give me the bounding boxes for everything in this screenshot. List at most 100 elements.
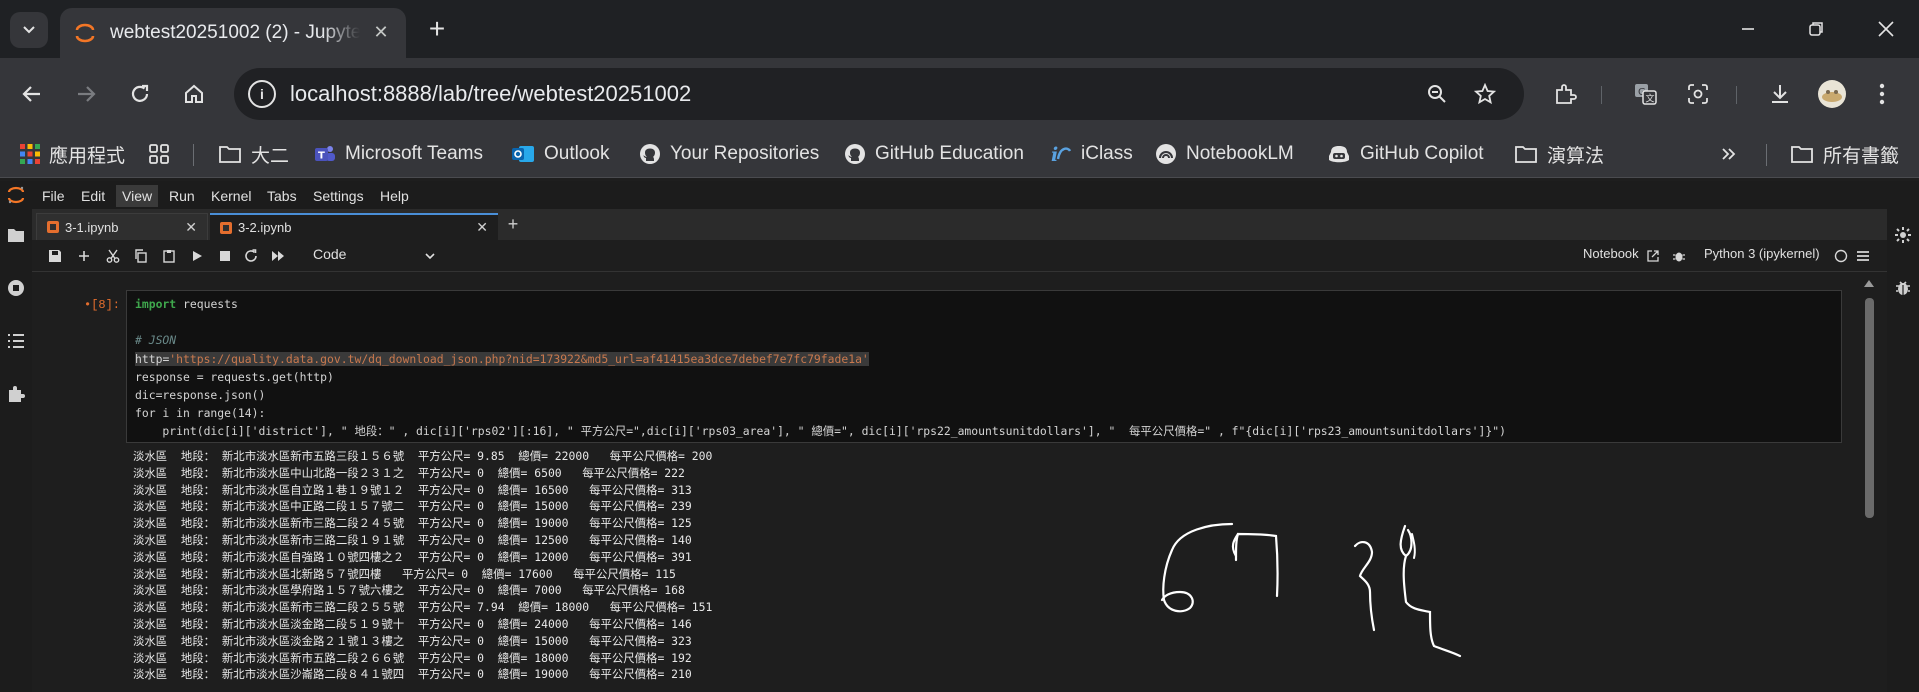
svg-text:T: T: [318, 151, 325, 162]
close-icon[interactable]: ✕: [185, 219, 197, 236]
open-external-icon[interactable]: [1644, 247, 1662, 265]
bookmark-folder-演算法[interactable]: 演算法: [1514, 138, 1604, 170]
back-button[interactable]: [14, 76, 50, 112]
bookmark-label: GitHub Copilot: [1360, 143, 1484, 164]
left-sidebar: [0, 209, 32, 692]
address-url[interactable]: localhost:8888/lab/tree/webtest20251002: [290, 81, 691, 107]
restart-kernel-icon[interactable]: [242, 247, 260, 265]
bookmark-apps[interactable]: 應用程式: [20, 138, 125, 170]
cell-output: 淡水區 地段： 新北市淡水區新市五路三段１５６號 平方公尺= 9.85 總價= …: [133, 448, 712, 683]
file-browser-icon[interactable]: [6, 225, 26, 245]
all-bookmarks-label: 所有書籤: [1823, 145, 1900, 167]
handwriting-annotation: [1160, 522, 1462, 658]
forward-button[interactable]: [68, 76, 104, 112]
bookmark-star-icon[interactable]: [1472, 81, 1498, 107]
vertical-scrollbar[interactable]: [1862, 278, 1876, 690]
debugger-bug-icon[interactable]: [1893, 278, 1913, 298]
menu-tabs[interactable]: Tabs: [261, 185, 303, 207]
add-tab-button[interactable]: +: [502, 214, 524, 236]
bookmark-label: Microsoft Teams: [345, 143, 483, 164]
output-line: 淡水區 地段： 新北市淡水區新市三路二段１９１號 平方公尺= 0 總價= 125…: [133, 532, 692, 547]
more-menu-icon[interactable]: [1864, 76, 1900, 112]
menu-edit[interactable]: Edit: [75, 185, 111, 207]
minimize-button[interactable]: [1730, 14, 1766, 44]
bookmark-github-copilot[interactable]: GitHub Copilot: [1327, 138, 1484, 170]
copy-icon[interactable]: [132, 247, 150, 265]
reload-button[interactable]: [122, 76, 158, 112]
bookmark-microsoft-teams[interactable]: T Microsoft Teams: [314, 138, 483, 170]
close-window-button[interactable]: [1868, 14, 1904, 44]
zoom-icon[interactable]: [1424, 81, 1450, 107]
extensions-icon[interactable]: [1547, 76, 1583, 112]
cell-type-dropdown[interactable]: Code: [313, 246, 437, 266]
code-content[interactable]: import requests # JSON http='https://qua…: [135, 295, 1506, 441]
lens-icon[interactable]: [1680, 76, 1716, 112]
close-icon[interactable]: ✕: [476, 219, 488, 236]
menu-kernel[interactable]: Kernel: [205, 185, 257, 207]
bookmark-outlook[interactable]: Outlook: [511, 138, 609, 170]
stop-icon[interactable]: [216, 247, 234, 265]
address-bar[interactable]: i localhost:8888/lab/tree/webtest2025100…: [234, 68, 1524, 120]
menu-run[interactable]: Run: [163, 185, 201, 207]
bookmark-folder-大二[interactable]: 大二: [218, 138, 289, 170]
table-of-contents-icon[interactable]: [6, 331, 26, 351]
output-line: 淡水區 地段： 新北市淡水區新市三路二段２５５號 平方公尺= 7.94 總價= …: [133, 600, 713, 615]
new-tab-button[interactable]: +: [422, 15, 452, 45]
code-cell-editor[interactable]: import requests # JSON http='https://qua…: [126, 290, 1842, 443]
notebooklm-icon: [1156, 144, 1176, 164]
toolbar-divider: [1736, 86, 1737, 104]
double-chevron-right-icon: [1722, 148, 1736, 160]
browser-toolbar: i localhost:8888/lab/tree/webtest2025100…: [0, 58, 1919, 130]
all-bookmarks-button[interactable]: 所有書籤: [1790, 138, 1899, 170]
jupyter-logo-icon: [7, 186, 25, 204]
property-inspector-icon[interactable]: [1893, 225, 1913, 245]
cut-icon[interactable]: [104, 247, 122, 265]
apps-grid-icon: [20, 144, 40, 164]
menu-view[interactable]: View: [116, 185, 159, 207]
output-line: 淡水區 地段： 新北市淡水區中正路二段１５７號二 平方公尺= 0 總價= 150…: [133, 499, 692, 514]
menu-help[interactable]: Help: [374, 185, 415, 207]
save-icon[interactable]: [46, 247, 64, 265]
debugger-icon[interactable]: [1670, 247, 1688, 265]
menu-settings[interactable]: Settings: [307, 185, 370, 207]
code-selected-var: http: [135, 351, 163, 366]
output-line: 淡水區 地段： 新北市淡水區學府路１５７號六樓之 平方公尺= 0 總價= 700…: [133, 583, 685, 598]
browser-tab-title: webtest20251002 (2) - Jupyte: [110, 22, 360, 43]
jupyter-menubar: File Edit View Run Kernel Tabs Settings …: [0, 181, 1919, 209]
bookmark-your-repositories[interactable]: Your Repositories: [639, 138, 819, 170]
browser-tab-active[interactable]: webtest20251002 (2) - Jupyte ✕: [60, 8, 406, 58]
right-sidebar: [1887, 209, 1919, 692]
bookmark-divider: [1766, 144, 1767, 166]
translate-icon[interactable]: G文: [1628, 76, 1664, 112]
restore-button[interactable]: [1798, 14, 1834, 44]
menu-file[interactable]: File: [36, 185, 71, 207]
fast-forward-icon[interactable]: [269, 247, 287, 265]
add-cell-icon[interactable]: [75, 247, 93, 265]
running-kernels-icon[interactable]: [6, 278, 26, 298]
bookmark-iclass[interactable]: i iClass: [1050, 138, 1133, 170]
paste-icon[interactable]: [160, 247, 178, 265]
close-icon[interactable]: ✕: [370, 21, 392, 43]
bookmark-github-education[interactable]: GitHub Education: [844, 138, 1024, 170]
tab-3-1-ipynb[interactable]: 3-1.ipynb ✕: [36, 213, 208, 240]
bookmarks-overflow-button[interactable]: [1720, 138, 1738, 170]
tab-3-2-ipynb[interactable]: 3-2.ipynb ✕: [210, 213, 498, 240]
tab-search-button[interactable]: [10, 12, 48, 48]
home-button[interactable]: [176, 76, 212, 112]
scrollbar-thumb[interactable]: [1865, 298, 1874, 518]
bookmark-tab-groups[interactable]: [148, 138, 170, 170]
hamburger-menu-icon[interactable]: [1854, 247, 1872, 265]
profile-avatar[interactable]: [1814, 76, 1850, 112]
download-icon[interactable]: [1762, 76, 1798, 112]
bookmark-notebooklm[interactable]: NotebookLM: [1155, 138, 1294, 170]
extensions-puzzle-icon[interactable]: [6, 384, 26, 404]
site-info-icon[interactable]: i: [248, 80, 276, 108]
notebook-icon: [220, 221, 232, 234]
bookmarks-bar: 應用程式 大二 T Microsoft Teams Outlook Your R…: [0, 130, 1919, 178]
notebook-label[interactable]: Notebook: [1583, 246, 1639, 261]
run-icon[interactable]: [188, 247, 206, 265]
copilot-icon: [1329, 146, 1349, 163]
folder-icon: [1791, 146, 1813, 163]
kernel-name[interactable]: Python 3 (ipykernel): [1704, 246, 1820, 261]
scroll-up-arrow-icon[interactable]: [1864, 280, 1874, 287]
